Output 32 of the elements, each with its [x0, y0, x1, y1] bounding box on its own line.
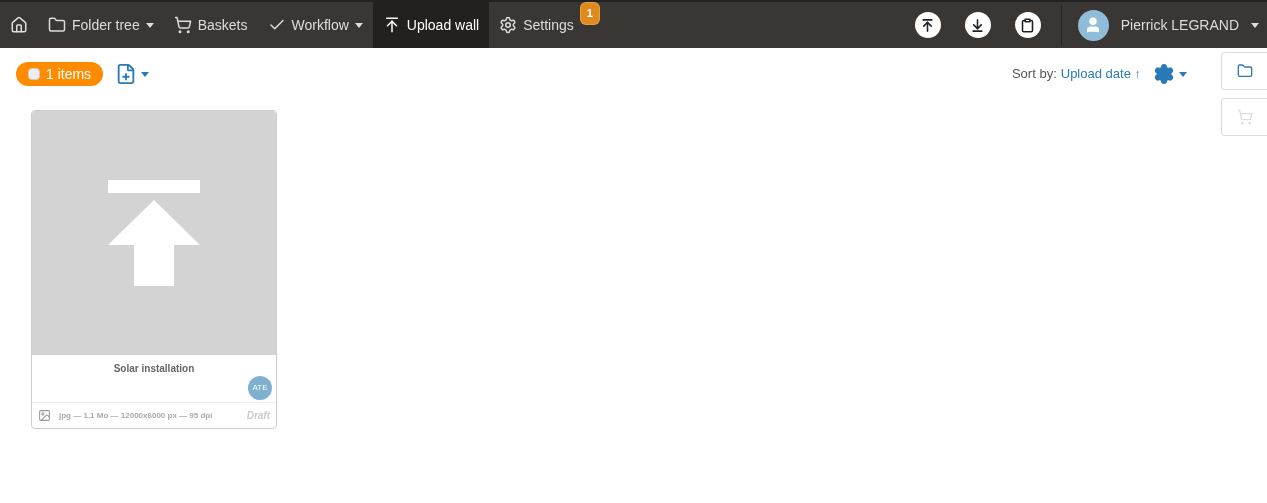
- sort-label: Sort by:: [1011, 65, 1057, 84]
- nav-item[interactable]: Folder tree: [38, 2, 164, 48]
- action-button[interactable]: [964, 12, 991, 38]
- checkbox[interactable]: [28, 68, 40, 80]
- upload-icon: [108, 180, 200, 286]
- cart-icon: [1236, 109, 1253, 125]
- avatar-icon: [1077, 9, 1109, 41]
- nav-item[interactable]: Baskets: [163, 2, 258, 48]
- upload-icon: [920, 17, 936, 33]
- owner-avatar: ATE: [248, 376, 272, 400]
- download-icon: [970, 17, 986, 33]
- image-icon: [38, 409, 51, 422]
- folder-icon: [48, 16, 66, 34]
- notification-badge: 1: [579, 2, 600, 25]
- card-title: Solar installation: [112, 362, 196, 376]
- action-button[interactable]: [1014, 12, 1041, 38]
- file-meta: jpg — 1.1 Mo — 12000x6000 px — 95 dpi: [59, 409, 214, 422]
- side-panel-button[interactable]: [1221, 52, 1267, 90]
- cart-icon: [173, 16, 192, 34]
- folder-icon: [1236, 63, 1253, 79]
- caret-icon: [141, 71, 150, 77]
- add-file-button[interactable]: [115, 63, 150, 85]
- sort-link[interactable]: Upload date ↑: [1060, 64, 1141, 84]
- nav-item[interactable]: Upload wall: [372, 2, 490, 48]
- user-menu[interactable]: Pierrick LEGRAND: [1069, 9, 1267, 41]
- home-icon: [10, 16, 28, 34]
- clipboard-icon: [1020, 17, 1036, 33]
- caret-icon: [1179, 71, 1187, 77]
- caret-icon: [1251, 22, 1259, 28]
- nav-item[interactable]: Workflow: [257, 2, 373, 48]
- settings-button[interactable]: [1153, 63, 1187, 85]
- action-button[interactable]: [914, 12, 941, 38]
